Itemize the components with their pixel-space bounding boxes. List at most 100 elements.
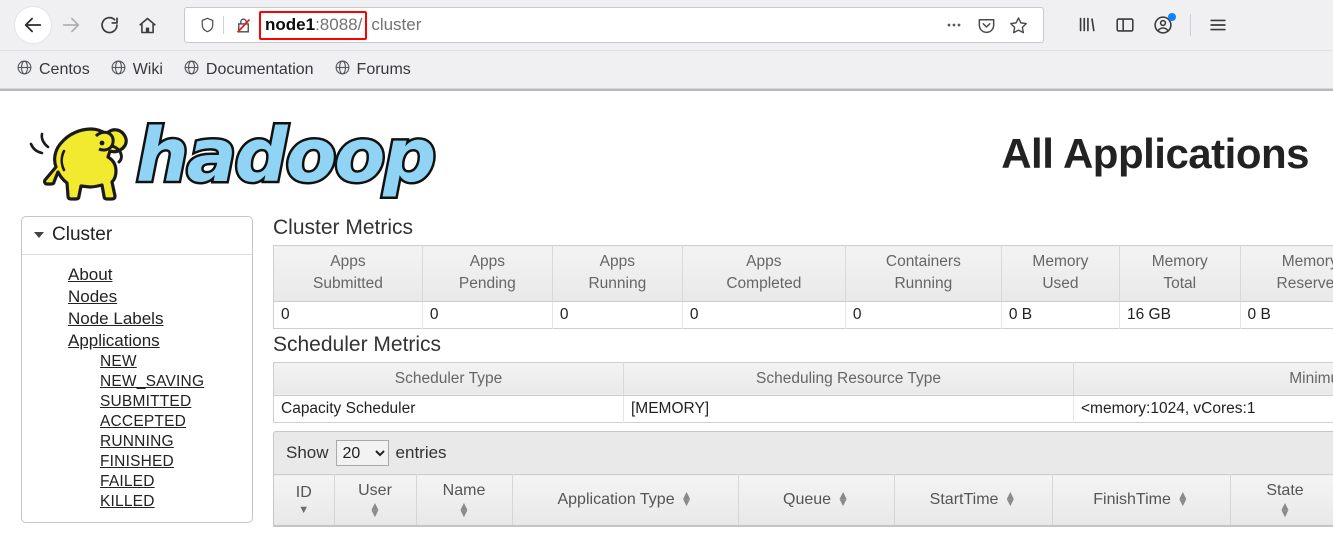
sidebar-item-about[interactable]: About: [68, 264, 112, 286]
col-containers-running[interactable]: Containers Running: [845, 245, 1002, 302]
col-apps-running[interactable]: Apps Running: [552, 245, 683, 302]
col-line2: Reserved: [1276, 275, 1333, 293]
url-host: node1: [265, 14, 316, 34]
bookmark-documentation[interactable]: Documentation: [175, 55, 322, 85]
pocket-icon[interactable]: [971, 10, 1001, 40]
col-minimum-allocation[interactable]: Minimum All: [1073, 362, 1333, 397]
address-bar-text[interactable]: node1:8088/ cluster: [259, 10, 422, 40]
col-line1: Memory: [1032, 253, 1089, 270]
sidebar-item-finished[interactable]: FINISHED: [100, 452, 174, 472]
col-apps-completed[interactable]: Apps Completed: [682, 245, 846, 302]
sidebar-panel: Cluster About Nodes Node Labels Applicat…: [21, 216, 253, 523]
value-memory-reserved: 0 B: [1240, 301, 1333, 329]
bookmark-wiki[interactable]: Wiki: [102, 55, 171, 85]
bookmark-label: Documentation: [205, 60, 314, 78]
value-apps-completed: 0: [682, 301, 846, 329]
shield-icon[interactable]: [193, 16, 223, 34]
app-menu-icon[interactable]: [1201, 8, 1235, 42]
sidebar-item-submitted[interactable]: SUBMITTED: [100, 392, 191, 412]
bookmark-star-icon[interactable]: [1003, 10, 1033, 40]
forward-button[interactable]: [52, 6, 90, 44]
sidebar-item-failed[interactable]: FAILED: [100, 472, 155, 492]
col-apps-submitted[interactable]: Apps Submitted: [273, 245, 423, 302]
sort-both-icon[interactable]: ▲ ▼: [1279, 499, 1291, 519]
sort-both-icon[interactable]: ▲ ▼: [369, 499, 381, 519]
table-row: 0 0 0 0 0 0 B 16 GB 0 B 0 16: [273, 301, 1333, 329]
sidebar-header-cluster[interactable]: Cluster: [22, 217, 252, 255]
reload-button[interactable]: [90, 6, 128, 44]
col-memory-reserved[interactable]: Memory Reserved: [1240, 245, 1333, 302]
applications-toolbar: Show 20 50 100 entries: [274, 432, 1333, 474]
address-bar[interactable]: node1:8088/ cluster: [184, 7, 1044, 43]
sort-both-icon[interactable]: ▲ ▼: [1177, 489, 1189, 509]
col-line1: Memory: [1151, 253, 1208, 270]
col-apps-pending[interactable]: Apps Pending: [422, 245, 553, 302]
url-highlight-box: node1:8088/: [259, 10, 368, 40]
permissions-blocked-icon[interactable]: [226, 16, 259, 35]
home-button[interactable]: [128, 6, 166, 44]
sidebar-item-accepted[interactable]: ACCEPTED: [100, 412, 186, 432]
col-label: Application Type: [557, 490, 675, 508]
value-apps-pending: 0: [422, 301, 553, 329]
back-button[interactable]: [14, 6, 52, 44]
show-label: Show: [286, 443, 329, 463]
library-icon[interactable]: [1070, 8, 1104, 42]
sort-desc-icon[interactable]: ▼: [298, 504, 309, 516]
scheduler-metrics-title: Scheduler Metrics: [273, 332, 442, 356]
bookmark-label: Wiki: [132, 60, 163, 78]
page-content: hadoop All Applications Cluster About No…: [0, 89, 1333, 545]
applications-panel: Show 20 50 100 entries: [273, 431, 1333, 528]
sort-both-icon[interactable]: ▲ ▼: [681, 489, 693, 509]
url-trailing-path: cluster: [371, 15, 422, 34]
sidebar-item-killed[interactable]: KILLED: [100, 492, 155, 512]
sidebar-icon[interactable]: [1108, 8, 1142, 42]
hadoop-logo[interactable]: hadoop: [18, 103, 448, 205]
entries-per-page-select[interactable]: 20 50 100: [335, 440, 389, 467]
sort-both-icon[interactable]: ▲ ▼: [837, 489, 849, 509]
sidebar-item-new-saving[interactable]: NEW_SAVING: [100, 372, 204, 392]
col-finishtime[interactable]: FinishTime ▲ ▼: [1052, 474, 1231, 527]
value-minimum-allocation: <memory:1024, vCores:1: [1073, 395, 1333, 423]
sort-both-icon[interactable]: ▲ ▼: [1004, 489, 1016, 509]
value-apps-submitted: 0: [273, 301, 423, 329]
sidebar-item-nodes[interactable]: Nodes: [68, 286, 117, 308]
browser-toolbar-right: [1058, 8, 1235, 42]
col-line2: Total: [1163, 275, 1197, 293]
globe-icon: [16, 59, 33, 81]
chevron-down-icon[interactable]: [34, 232, 44, 238]
value-containers-running: 0: [845, 301, 1002, 329]
col-label: FinishTime: [1093, 490, 1171, 508]
col-starttime[interactable]: StartTime ▲ ▼: [894, 474, 1053, 527]
browser-chrome: node1:8088/ cluster Centos Wiki Document…: [0, 0, 1333, 89]
bookmark-label: Forums: [356, 60, 411, 78]
page-actions-icon[interactable]: [939, 10, 969, 40]
applications-table: ID ▼ User ▲ ▼ Name ▲ ▼ Application Type …: [274, 474, 1333, 527]
col-line1: Apps: [330, 253, 366, 270]
sidebar-item-applications[interactable]: Applications: [68, 330, 160, 352]
col-scheduler-type[interactable]: Scheduler Type: [273, 362, 624, 397]
col-scheduling-resource-type[interactable]: Scheduling Resource Type: [623, 362, 1074, 397]
col-user[interactable]: User ▲ ▼: [334, 474, 417, 527]
col-id[interactable]: ID ▼: [274, 474, 335, 527]
col-line1: Apps: [746, 253, 782, 270]
col-memory-used[interactable]: Memory Used: [1001, 245, 1121, 302]
col-memory-total[interactable]: Memory Total: [1119, 245, 1241, 302]
bookmarks-bar: Centos Wiki Documentation Forums: [0, 50, 1333, 88]
col-name[interactable]: Name ▲ ▼: [416, 474, 513, 527]
col-application-type[interactable]: Application Type ▲ ▼: [512, 474, 739, 527]
account-icon[interactable]: [1146, 8, 1180, 42]
col-queue[interactable]: Queue ▲ ▼: [738, 474, 895, 527]
col-label: User: [358, 482, 392, 500]
browser-navigation-bar: node1:8088/ cluster: [0, 0, 1333, 50]
col-line1: Apps: [599, 253, 635, 270]
bookmark-centos[interactable]: Centos: [8, 55, 98, 85]
col-state[interactable]: State ▲ ▼: [1230, 474, 1333, 527]
sort-both-icon[interactable]: ▲ ▼: [458, 499, 470, 519]
address-bar-separator: [223, 16, 224, 34]
sidebar-item-running[interactable]: RUNNING: [100, 432, 174, 452]
table-row: Capacity Scheduler [MEMORY] <memory:1024…: [273, 395, 1333, 423]
sidebar-item-node-labels[interactable]: Node Labels: [68, 308, 163, 330]
bookmark-forums[interactable]: Forums: [326, 55, 419, 85]
table-header-row: Apps Submitted Apps Pending Apps Running: [273, 245, 1333, 302]
sidebar-item-new[interactable]: NEW: [100, 352, 137, 372]
